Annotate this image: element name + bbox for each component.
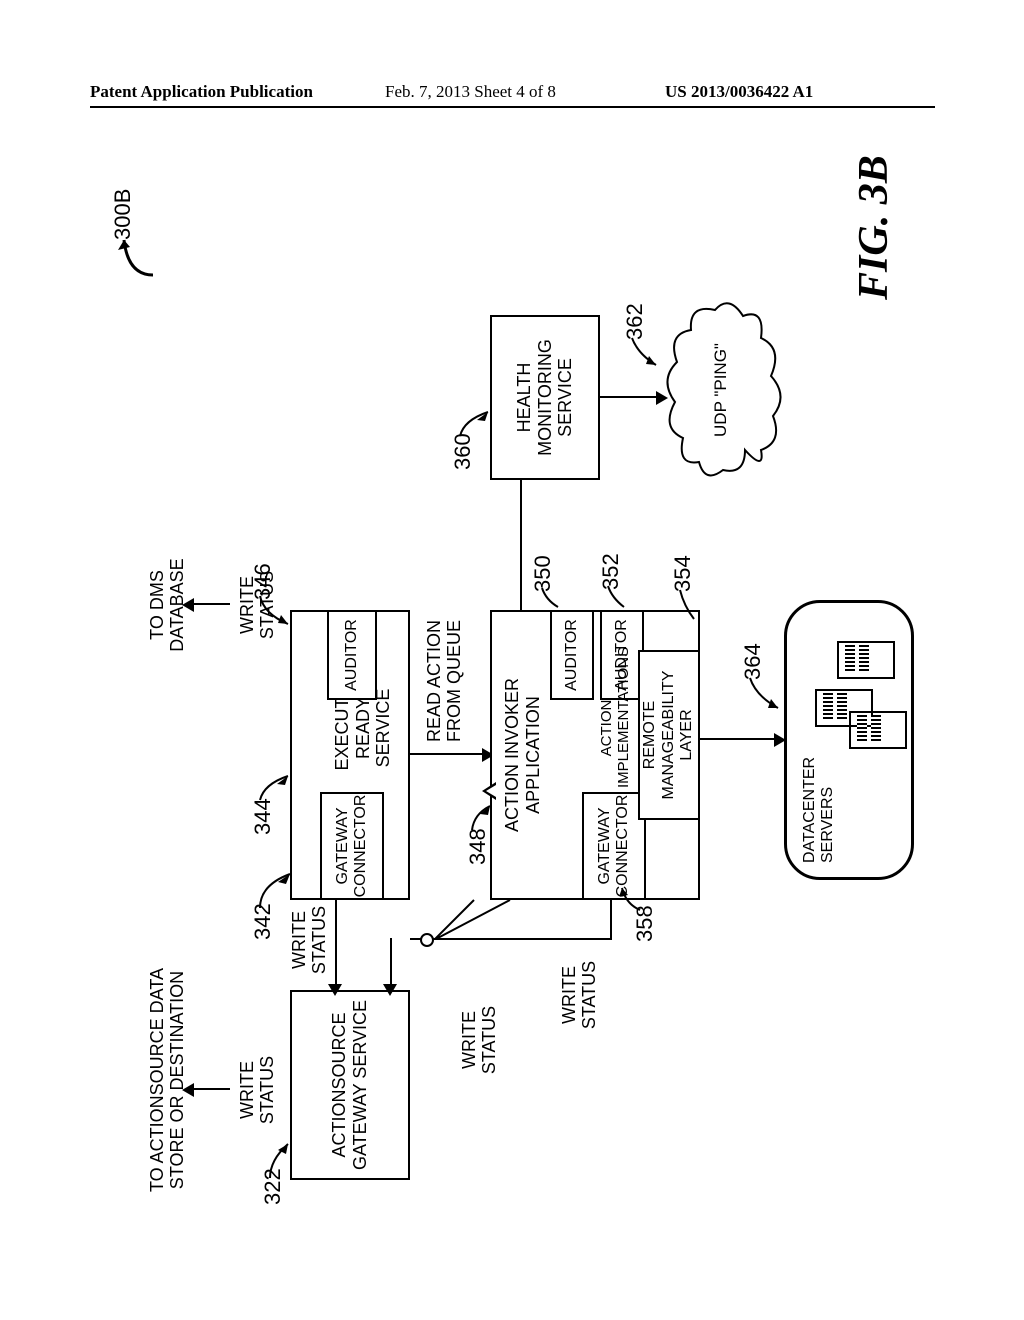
fork-lines: [434, 896, 519, 940]
ref-348-lead: [470, 802, 494, 832]
junction-circle: [420, 933, 434, 947]
header-rule: [90, 106, 935, 108]
ref-346-lead: [258, 594, 292, 628]
label-write-status-4: WRITE STATUS: [560, 945, 600, 1045]
line-from-358: [610, 900, 612, 940]
arrow-ers-to-invoker: [410, 753, 488, 755]
line-health-to-invoker: [520, 480, 522, 610]
open-tri-into-invoker: [486, 785, 496, 797]
cloud-udp-ping: UDP "PING": [665, 300, 785, 480]
ref-344: 344: [250, 798, 276, 835]
header-right: US 2013/0036422 A1: [665, 82, 813, 102]
box-auditor-350: AUDITOR: [550, 610, 594, 700]
arrow-health-to-ping: [600, 396, 660, 398]
arrow-dms-up: [190, 603, 230, 605]
arrowhead-actionsource-up: [182, 1083, 194, 1097]
box-actionsource-gateway: ACTIONSOURCE GATEWAY SERVICE: [290, 990, 410, 1180]
ref-300b-arrow: [118, 230, 158, 280]
box-datacenter: DATACENTER SERVERS: [784, 600, 914, 880]
figure-rotated-area: 300B FIG. 3B TO ACTIONSOURCE DATA STORE …: [90, 140, 935, 1240]
figure-caption: FIG. 3B: [850, 155, 898, 300]
server-icon-2: [837, 641, 895, 679]
ref-322-lead: [268, 1140, 292, 1180]
arrowhead-to-asgw-lower: [383, 984, 397, 996]
arrowhead-dms-up: [182, 598, 194, 612]
label-read-action: READ ACTION FROM QUEUE: [425, 592, 465, 742]
arrowhead-ers-to-asgw: [328, 984, 342, 996]
ref-354: 354: [670, 555, 696, 592]
label-write-status-1: WRITE STATUS: [238, 1040, 278, 1140]
figure-canvas: 300B FIG. 3B TO ACTIONSOURCE DATA STORE …: [90, 140, 935, 1240]
box-gateway-connector-358: GATEWAY CONNECTOR: [582, 792, 646, 900]
ref-342-lead: [258, 870, 294, 910]
ref-344-lead: [258, 772, 292, 802]
line-left-horiz-top: [390, 938, 392, 990]
server-icon-3: [849, 711, 907, 749]
arrow-actionsource-up: [190, 1088, 230, 1090]
ref-352-lead: [606, 584, 626, 610]
ref-360: 360: [450, 433, 476, 470]
label-datacenter: DATACENTER SERVERS: [801, 757, 837, 863]
ref-364-lead: [748, 676, 782, 712]
arrow-remote-to-dc: [700, 738, 778, 740]
box-action-invoker: ACTION INVOKER APPLICATION GATEWAY CONNE…: [490, 610, 700, 900]
box-remote-layer-354: REMOTE MANAGEABILITY LAYER: [638, 650, 700, 820]
ref-348: 348: [465, 828, 491, 865]
label-write-status-2: WRITE STATUS: [290, 895, 330, 985]
ref-364: 364: [740, 643, 766, 680]
box-execute-ready: GATEWAY CONNECTOR EXECUTE READY SERVICE …: [290, 610, 410, 900]
label-write-status-3: WRITE STATUS: [460, 990, 500, 1090]
box-auditor-346: AUDITOR: [327, 610, 377, 700]
label-action-invoker: ACTION INVOKER APPLICATION: [502, 612, 543, 898]
ref-358-lead: [620, 886, 642, 912]
ref-362: 362: [622, 303, 648, 340]
ref-350-lead: [540, 586, 560, 610]
label-to-actionsource: TO ACTIONSOURCE DATA STORE OR DESTINATIO…: [148, 950, 188, 1210]
box-gateway-connector-342: GATEWAY CONNECTOR: [320, 792, 384, 900]
ref-362-lead: [630, 336, 660, 368]
header-center: Feb. 7, 2013 Sheet 4 of 8: [385, 82, 556, 102]
box-health-monitor: HEALTH MONITORING SERVICE: [490, 315, 600, 480]
arrow-ers-to-asgw: [335, 900, 337, 990]
ref-354-lead: [678, 588, 698, 622]
ref-360-lead: [458, 408, 492, 438]
label-udp-ping: UDP "PING": [711, 300, 731, 480]
header-left: Patent Application Publication: [90, 82, 313, 102]
label-action-impl: ACTION IMPLEMENTATIONS: [598, 668, 633, 788]
